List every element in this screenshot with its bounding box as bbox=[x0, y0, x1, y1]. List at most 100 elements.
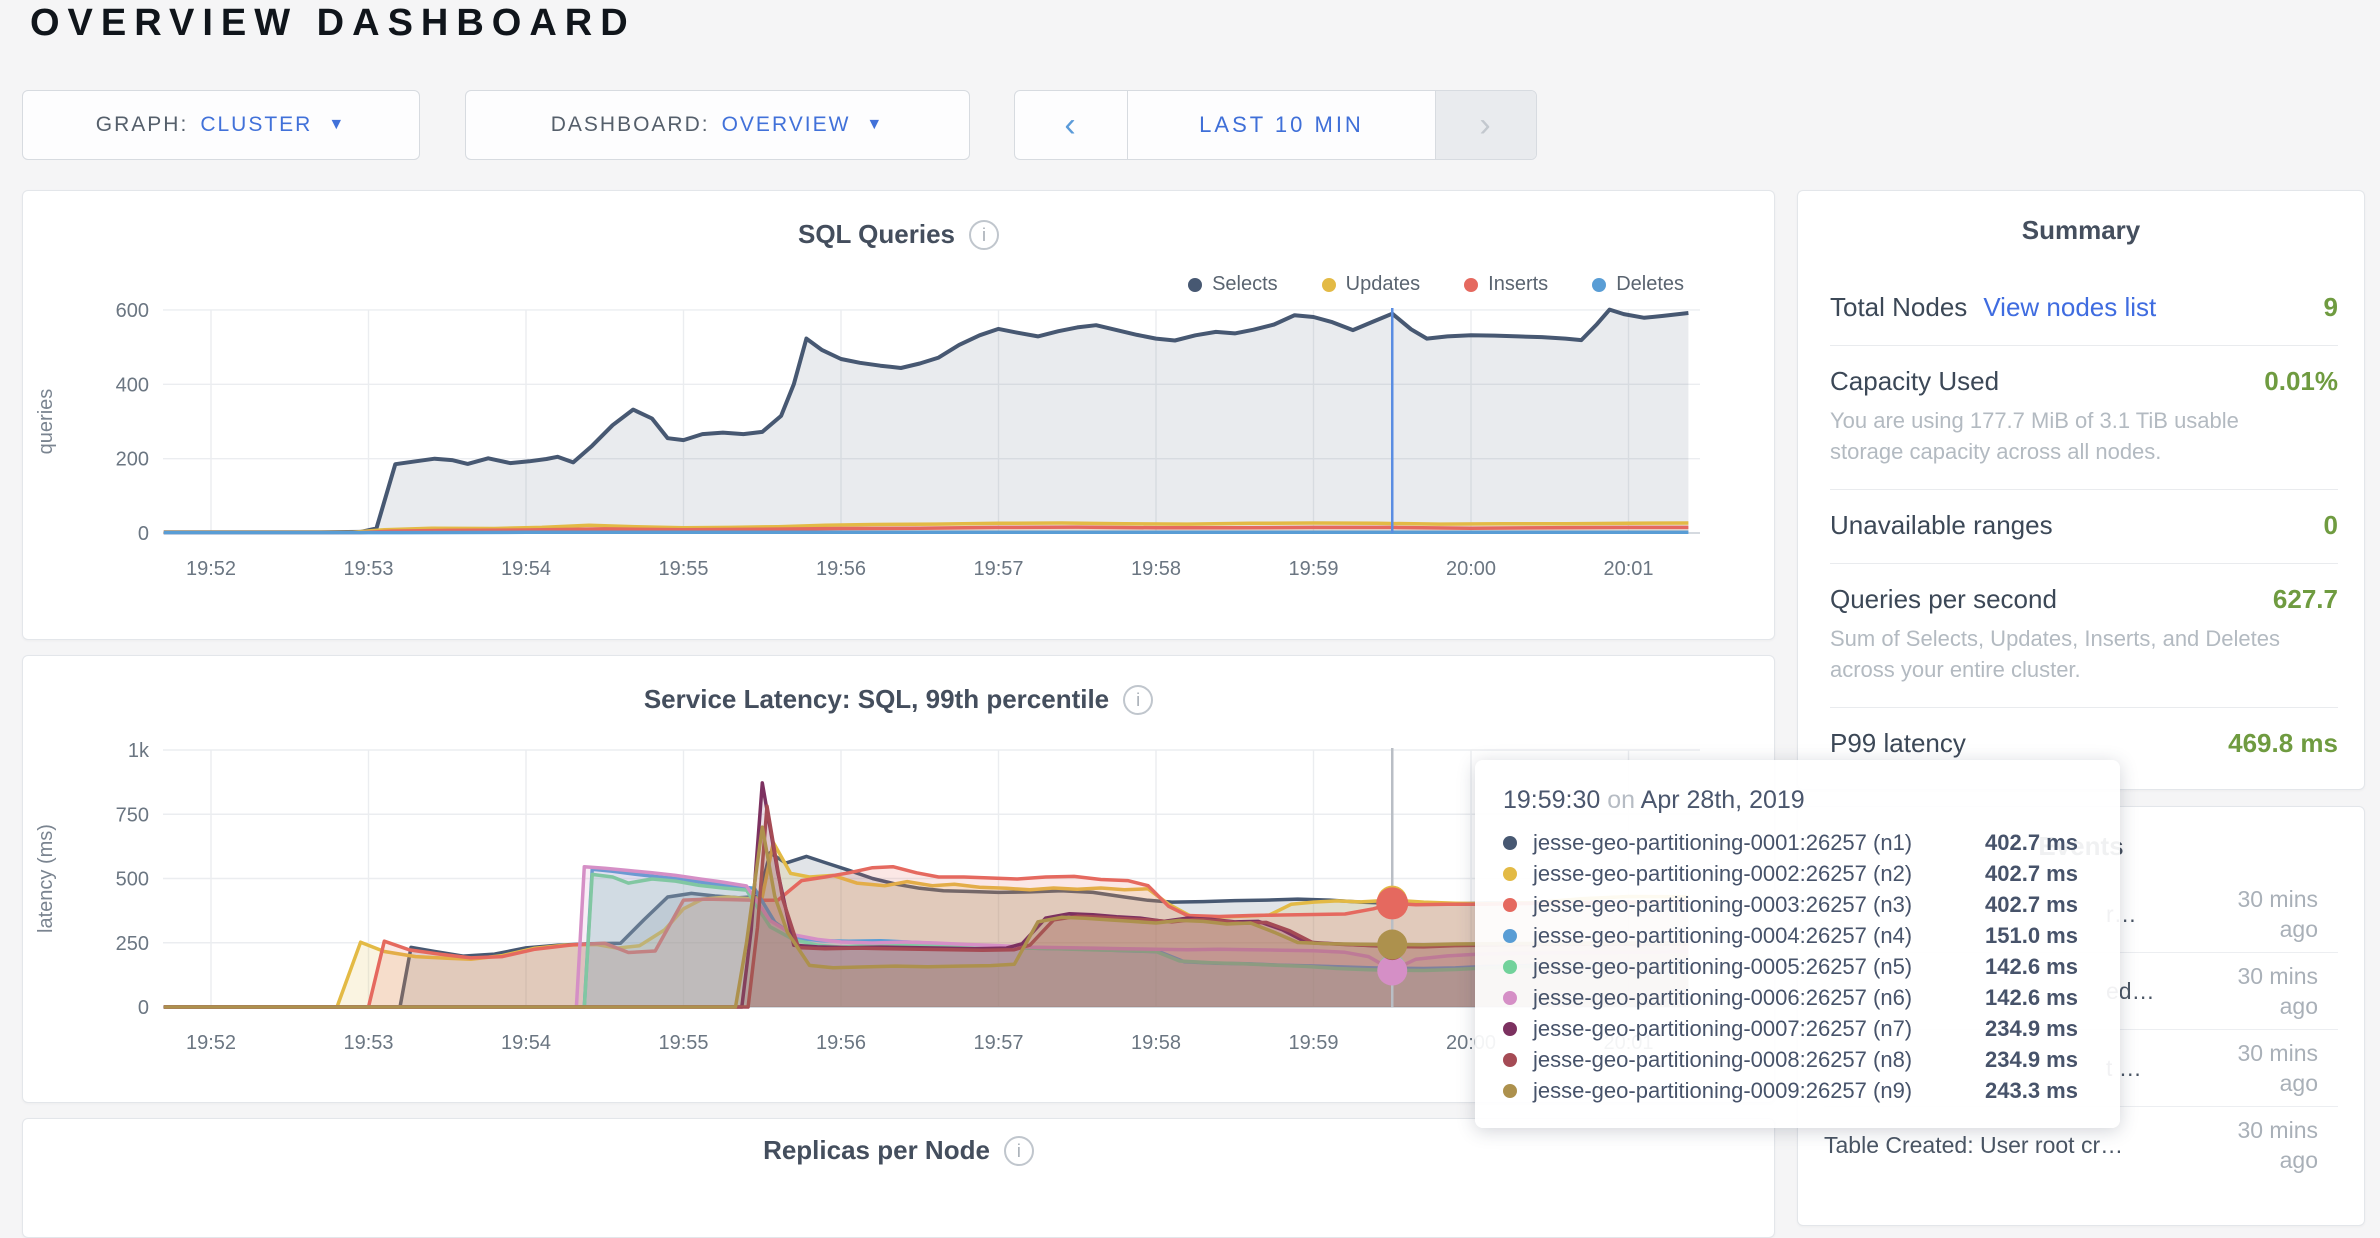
info-icon[interactable] bbox=[1004, 1136, 1034, 1166]
summary-value: 627.7 bbox=[2273, 584, 2338, 615]
legend-label: Inserts bbox=[1488, 273, 1548, 296]
replicas-per-node-title: Replicas per Node bbox=[763, 1135, 990, 1166]
series-dot bbox=[1503, 1053, 1517, 1067]
tooltip-row: jesse-geo-partitioning-0004:26257 (n4)15… bbox=[1503, 920, 2092, 951]
tooltip-node-value: 243.3 ms bbox=[1985, 1078, 2078, 1104]
graph-dropdown[interactable]: GRAPH: CLUSTER bbox=[22, 90, 420, 160]
series-dot bbox=[1503, 867, 1517, 881]
tooltip-row: jesse-geo-partitioning-0002:26257 (n2)40… bbox=[1503, 858, 2092, 889]
summary-label: Unavailable ranges bbox=[1830, 510, 2053, 541]
time-window-prev-button[interactable]: ‹ bbox=[1015, 91, 1128, 159]
tooltip-date: Apr 28th, 2019 bbox=[1641, 786, 1805, 814]
legend-item-selects[interactable]: Selects bbox=[1188, 273, 1278, 296]
page-title: OVERVIEW DASHBOARD bbox=[30, 2, 636, 45]
summary-label: Capacity Used bbox=[1830, 366, 1999, 397]
summary-panel: Summary Total Nodes View nodes list 9 Ca… bbox=[1797, 190, 2365, 790]
chevron-right-icon: › bbox=[1479, 106, 1492, 145]
tooltip-row: jesse-geo-partitioning-0001:26257 (n1)40… bbox=[1503, 827, 2092, 858]
summary-row-unavailable-ranges: Unavailable ranges 0 bbox=[1830, 489, 2338, 563]
series-dot bbox=[1503, 836, 1517, 850]
summary-description: You are using 177.7 MiB of 3.1 TiB usabl… bbox=[1830, 405, 2300, 467]
tooltip-node-name: jesse-geo-partitioning-0009:26257 (n9) bbox=[1533, 1078, 1985, 1104]
series-dot bbox=[1503, 991, 1517, 1005]
tooltip-time: 19:59:30 bbox=[1503, 786, 1600, 814]
tooltip-node-name: jesse-geo-partitioning-0003:26257 (n3) bbox=[1533, 892, 1985, 918]
tooltip-node-value: 142.6 ms bbox=[1985, 954, 2078, 980]
summary-label: Total Nodes bbox=[1830, 292, 1967, 323]
sql-queries-title: SQL Queries bbox=[798, 219, 955, 250]
time-window-selector: ‹ LAST 10 MIN › bbox=[1014, 90, 1537, 160]
tooltip-row: jesse-geo-partitioning-0005:26257 (n5)14… bbox=[1503, 951, 2092, 982]
replicas-per-node-card: Replicas per Node bbox=[22, 1118, 1775, 1238]
info-icon[interactable] bbox=[969, 220, 999, 250]
tooltip-node-name: jesse-geo-partitioning-0001:26257 (n1) bbox=[1533, 830, 1985, 856]
tooltip-node-name: jesse-geo-partitioning-0002:26257 (n2) bbox=[1533, 861, 1985, 887]
series-dot bbox=[1503, 960, 1517, 974]
tooltip-node-value: 142.6 ms bbox=[1985, 985, 2078, 1011]
tooltip-row: jesse-geo-partitioning-0007:26257 (n7)23… bbox=[1503, 1013, 2092, 1044]
info-icon[interactable] bbox=[1123, 685, 1153, 715]
tooltip-node-name: jesse-geo-partitioning-0007:26257 (n7) bbox=[1533, 1016, 1985, 1042]
view-nodes-list-link[interactable]: View nodes list bbox=[1983, 292, 2156, 323]
legend-dot bbox=[1188, 278, 1202, 292]
series-dot bbox=[1503, 1022, 1517, 1036]
tooltip-node-value: 402.7 ms bbox=[1985, 830, 2078, 856]
graph-dropdown-value: CLUSTER bbox=[200, 113, 312, 137]
time-window-next-button[interactable]: › bbox=[1435, 91, 1536, 159]
summary-value: 9 bbox=[2324, 292, 2338, 323]
summary-description: Sum of Selects, Updates, Inserts, and De… bbox=[1830, 623, 2300, 685]
event-timestamp: 30 mins ago bbox=[2206, 961, 2318, 1021]
sql-queries-legend: Selects Updates Inserts Deletes bbox=[1188, 273, 1684, 296]
series-dot bbox=[1503, 929, 1517, 943]
chevron-down-icon bbox=[328, 116, 346, 134]
legend-dot bbox=[1592, 278, 1606, 292]
summary-title: Summary bbox=[1798, 191, 2364, 246]
series-dot bbox=[1503, 1084, 1517, 1098]
legend-item-inserts[interactable]: Inserts bbox=[1464, 273, 1548, 296]
sql-queries-card: SQL Queries Selects Updates Inserts Deletes bbox=[22, 190, 1775, 640]
legend-dot bbox=[1322, 278, 1336, 292]
series-dot bbox=[1503, 898, 1517, 912]
chevron-left-icon: ‹ bbox=[1064, 106, 1077, 145]
legend-dot bbox=[1464, 278, 1478, 292]
event-timestamp: 30 mins ago bbox=[2206, 884, 2318, 944]
tooltip-node-name: jesse-geo-partitioning-0005:26257 (n5) bbox=[1533, 954, 1985, 980]
service-latency-title: Service Latency: SQL, 99th percentile bbox=[644, 684, 1109, 715]
event-timestamp: 30 mins ago bbox=[2206, 1115, 2318, 1175]
tooltip-node-name: jesse-geo-partitioning-0008:26257 (n8) bbox=[1533, 1047, 1985, 1073]
tooltip-on: on bbox=[1607, 786, 1635, 814]
legend-label: Updates bbox=[1346, 273, 1421, 296]
tooltip-node-name: jesse-geo-partitioning-0004:26257 (n4) bbox=[1533, 923, 1985, 949]
tooltip-node-value: 402.7 ms bbox=[1985, 861, 2078, 887]
summary-row-capacity-used: Capacity Used 0.01% You are using 177.7 … bbox=[1830, 345, 2338, 489]
summary-label: P99 latency bbox=[1830, 728, 1966, 759]
tooltip-node-name: jesse-geo-partitioning-0006:26257 (n6) bbox=[1533, 985, 1985, 1011]
event-description: Table Created: User root cr… bbox=[1824, 1132, 2123, 1159]
dashboard-dropdown[interactable]: DASHBOARD: OVERVIEW bbox=[465, 90, 970, 160]
graph-dropdown-label: GRAPH: bbox=[96, 113, 189, 137]
legend-label: Deletes bbox=[1616, 273, 1684, 296]
summary-value: 0.01% bbox=[2264, 366, 2338, 397]
legend-item-deletes[interactable]: Deletes bbox=[1592, 273, 1684, 296]
summary-label: Queries per second bbox=[1830, 584, 2057, 615]
legend-item-updates[interactable]: Updates bbox=[1322, 273, 1421, 296]
tooltip-node-value: 234.9 ms bbox=[1985, 1047, 2078, 1073]
summary-row-queries-per-second: Queries per second 627.7 Sum of Selects,… bbox=[1830, 563, 2338, 707]
dashboard-dropdown-label: DASHBOARD: bbox=[551, 113, 710, 137]
tooltip-row: jesse-geo-partitioning-0009:26257 (n9)24… bbox=[1503, 1075, 2092, 1106]
chart-hover-tooltip: 19:59:30 on Apr 28th, 2019 jesse-geo-par… bbox=[1475, 760, 2120, 1128]
tooltip-node-value: 402.7 ms bbox=[1985, 892, 2078, 918]
tooltip-node-value: 234.9 ms bbox=[1985, 1016, 2078, 1042]
summary-row-total-nodes: Total Nodes View nodes list 9 bbox=[1830, 272, 2338, 345]
tooltip-node-value: 151.0 ms bbox=[1985, 923, 2078, 949]
legend-label: Selects bbox=[1212, 273, 1278, 296]
time-window-label[interactable]: LAST 10 MIN bbox=[1128, 91, 1435, 159]
summary-value: 469.8 ms bbox=[2228, 728, 2338, 759]
tooltip-timestamp: 19:59:30 on Apr 28th, 2019 bbox=[1503, 786, 2092, 815]
tooltip-row: jesse-geo-partitioning-0003:26257 (n3)40… bbox=[1503, 889, 2092, 920]
tooltip-row: jesse-geo-partitioning-0008:26257 (n8)23… bbox=[1503, 1044, 2092, 1075]
event-timestamp: 30 mins ago bbox=[2206, 1038, 2318, 1098]
dashboard-dropdown-value: OVERVIEW bbox=[722, 113, 851, 137]
tooltip-rows: jesse-geo-partitioning-0001:26257 (n1)40… bbox=[1503, 827, 2092, 1106]
summary-value: 0 bbox=[2324, 510, 2338, 541]
